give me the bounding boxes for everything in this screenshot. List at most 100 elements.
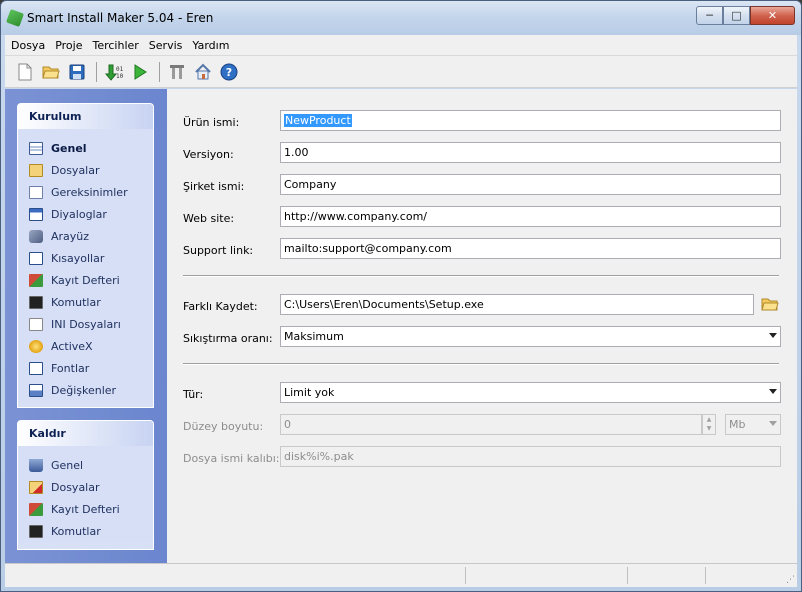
sidebar: Kurulum Genel Dosyalar Gereksinimler Diy… <box>5 89 167 563</box>
sidebar-item-arayuz[interactable]: Arayüz <box>18 225 153 247</box>
general-icon <box>29 141 43 155</box>
sidebar-item-label: Arayüz <box>51 229 90 243</box>
help-icon: ? <box>220 63 238 80</box>
sidebar-item-uninstall-genel[interactable]: Genel <box>18 454 153 476</box>
fonts-icon <box>29 361 43 375</box>
app-window: Smart Install Maker 5.04 - Eren ─ □ ✕ Do… <box>0 0 802 592</box>
support-link-label: Support link: <box>183 244 254 257</box>
volume-size-stepper[interactable]: ▲ ▼ <box>702 414 716 435</box>
status-panel <box>705 567 706 584</box>
compression-select[interactable]: Maksimum <box>280 326 781 347</box>
chevron-down-icon <box>769 421 777 426</box>
volume-unit-select[interactable]: Mb <box>725 414 781 435</box>
install-panel: Kurulum Genel Dosyalar Gereksinimler Diy… <box>17 103 154 408</box>
install-panel-title[interactable]: Kurulum <box>18 104 153 129</box>
resize-grip-icon[interactable]: ⋰ <box>786 575 795 585</box>
menu-tercihler[interactable]: Tercihler <box>86 39 142 52</box>
sidebar-item-gereksinimler[interactable]: Gereksinimler <box>18 181 153 203</box>
stepper-up-icon[interactable]: ▲ <box>703 415 715 424</box>
website-label: Web site: <box>183 212 235 225</box>
chevron-down-icon <box>769 333 777 338</box>
tools-button[interactable] <box>165 61 189 83</box>
uninstall-panel-items: Genel Dosyalar Kayıt Defteri Komutlar <box>18 446 153 542</box>
sidebar-item-label: Komutlar <box>51 524 101 538</box>
uninstall-panel-title[interactable]: Kaldır <box>18 421 153 446</box>
sidebar-item-label: Gereksinimler <box>51 185 128 199</box>
maximize-button[interactable]: □ <box>723 6 750 25</box>
save-button[interactable] <box>65 61 89 83</box>
variables-icon <box>29 383 43 397</box>
stepper-down-icon[interactable]: ▼ <box>703 424 715 433</box>
sidebar-item-label: Kayıt Defteri <box>51 273 120 287</box>
product-name-value: NewProduct <box>284 114 352 127</box>
svg-text:?: ? <box>226 66 232 79</box>
menu-servis[interactable]: Servis <box>143 39 187 52</box>
run-icon <box>134 63 147 80</box>
build-button[interactable]: 01 10 <box>102 61 126 83</box>
version-label: Versiyon: <box>183 148 234 161</box>
sidebar-item-kisayollar[interactable]: Kısayollar <box>18 247 153 269</box>
sidebar-item-label: INI Dosyaları <box>51 317 121 331</box>
sidebar-item-kayit-defteri[interactable]: Kayıt Defteri <box>18 269 153 291</box>
save-icon <box>69 64 85 79</box>
sidebar-item-uninstall-kayit-defteri[interactable]: Kayıt Defteri <box>18 498 153 520</box>
sidebar-item-activex[interactable]: ActiveX <box>18 335 153 357</box>
shortcuts-icon <box>29 251 43 265</box>
save-as-input[interactable]: C:\Users\Eren\Documents\Setup.exe <box>280 294 754 315</box>
open-button[interactable] <box>39 61 63 83</box>
file-name-template-label: Dosya ismi kalıbı: <box>183 452 280 465</box>
type-value: Limit yok <box>284 386 335 399</box>
sidebar-item-label: Diyaloglar <box>51 207 107 221</box>
type-label: Tür: <box>183 388 204 401</box>
sidebar-item-label: ActiveX <box>51 339 93 353</box>
sidebar-item-dosyalar[interactable]: Dosyalar <box>18 159 153 181</box>
volume-size-input[interactable]: 0 <box>280 414 702 435</box>
window-title: Smart Install Maker 5.04 - Eren <box>27 11 214 25</box>
title-bar[interactable]: Smart Install Maker 5.04 - Eren ─ □ ✕ <box>1 1 801 35</box>
install-panel-items: Genel Dosyalar Gereksinimler Diyaloglar <box>18 129 153 401</box>
sidebar-item-label: Komutlar <box>51 295 101 309</box>
sidebar-item-ini-dosyalari[interactable]: INI Dosyaları <box>18 313 153 335</box>
compression-label: Sıkıştırma oranı: <box>183 332 273 345</box>
version-input[interactable]: 1.00 <box>280 142 781 163</box>
app-logo-icon <box>6 9 24 27</box>
sidebar-item-komutlar[interactable]: Komutlar <box>18 291 153 313</box>
sidebar-item-genel[interactable]: Genel <box>18 137 153 159</box>
section-divider <box>183 363 779 365</box>
sidebar-item-uninstall-komutlar[interactable]: Komutlar <box>18 520 153 542</box>
section-divider <box>183 275 779 277</box>
menu-yardim[interactable]: Yardım <box>186 39 233 52</box>
browse-folder-button[interactable] <box>761 296 779 312</box>
home-button[interactable] <box>191 61 215 83</box>
close-button[interactable]: ✕ <box>750 6 795 25</box>
files-icon <box>29 163 43 177</box>
product-name-label: Ürün ismi: <box>183 116 240 129</box>
type-select[interactable]: Limit yok <box>280 382 781 403</box>
menu-proje[interactable]: Proje <box>49 39 86 52</box>
website-input[interactable]: http://www.company.com/ <box>280 206 781 227</box>
run-button[interactable] <box>128 61 152 83</box>
help-button[interactable]: ? <box>217 61 241 83</box>
home-icon <box>195 63 211 79</box>
compression-value: Maksimum <box>284 330 344 343</box>
open-folder-icon <box>761 298 779 311</box>
sidebar-item-label: Kısayollar <box>51 251 105 265</box>
company-input[interactable]: Company <box>280 174 781 195</box>
new-file-button[interactable] <box>13 61 37 83</box>
company-label: Şirket ismi: <box>183 180 245 193</box>
window-controls: ─ □ ✕ <box>696 6 795 25</box>
support-link-input[interactable]: mailto:support@company.com <box>280 238 781 259</box>
product-name-input[interactable]: NewProduct <box>280 110 781 131</box>
menu-dosya[interactable]: Dosya <box>5 39 49 52</box>
volume-size-label: Düzey boyutu: <box>183 420 264 433</box>
file-name-template-input[interactable]: disk%i%.pak <box>280 446 781 467</box>
sidebar-item-fontlar[interactable]: Fontlar <box>18 357 153 379</box>
sidebar-item-diyaloglar[interactable]: Diyaloglar <box>18 203 153 225</box>
build-icon: 0110 <box>104 64 124 81</box>
minimize-button[interactable]: ─ <box>696 6 723 25</box>
uninstall-panel: Kaldır Genel Dosyalar Kayıt Defteri Komu… <box>17 420 154 550</box>
dialogs-icon <box>29 207 43 221</box>
sidebar-item-uninstall-dosyalar[interactable]: Dosyalar <box>18 476 153 498</box>
sidebar-item-degiskenler[interactable]: Değişkenler <box>18 379 153 401</box>
menu-bar: Dosya Proje Tercihler Servis Yardım <box>5 35 797 56</box>
